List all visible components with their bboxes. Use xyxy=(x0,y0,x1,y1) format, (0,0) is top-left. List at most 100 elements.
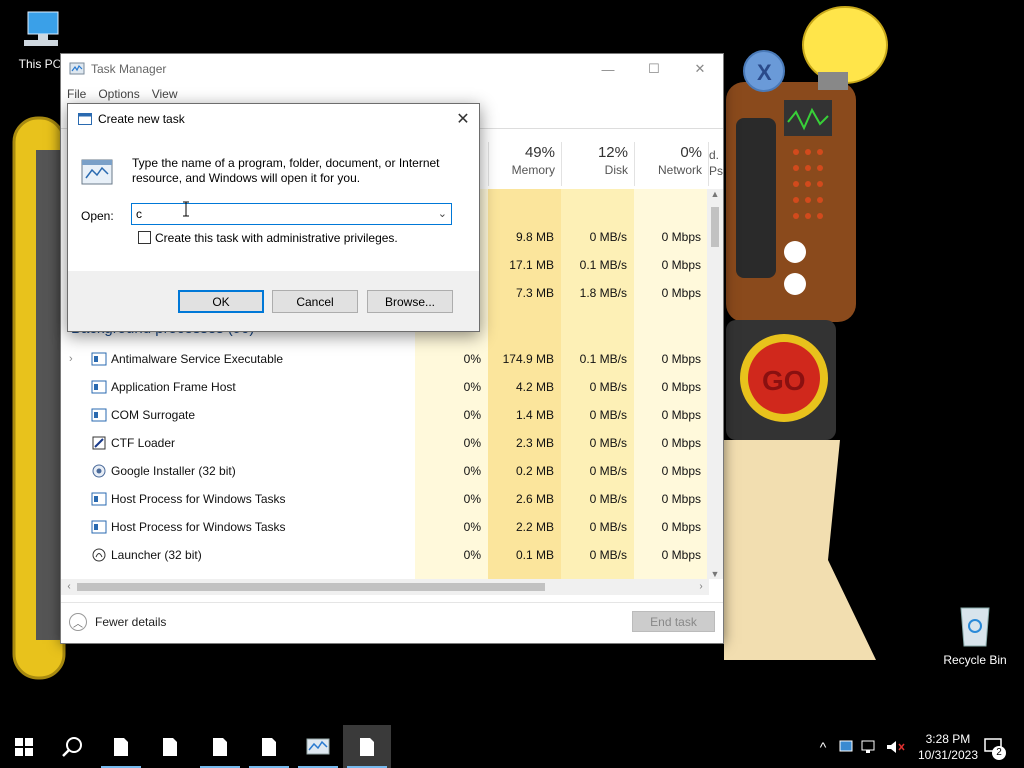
table-row[interactable]: CTF Loader 0% 2.3 MB 0 MB/s 0 Mbps xyxy=(61,429,709,457)
search-button[interactable] xyxy=(48,725,96,768)
cpu-cell: 0% xyxy=(463,352,481,366)
show-hidden-icons-button[interactable]: ^ xyxy=(812,725,834,768)
dialog-titlebar[interactable]: Create new task ✕ xyxy=(68,104,479,134)
vertical-scrollbar[interactable]: ▲ ▼ xyxy=(707,189,723,579)
recycle-bin-icon[interactable]: Recycle Bin xyxy=(935,602,1015,667)
close-button[interactable]: ✕ xyxy=(677,54,723,84)
browse-button[interactable]: Browse... xyxy=(367,290,453,313)
action-center-button[interactable]: 2 xyxy=(980,725,1008,768)
chevron-down-icon[interactable]: ⌄ xyxy=(438,207,447,220)
open-label: Open: xyxy=(81,209,114,223)
fewer-details-label: Fewer details xyxy=(95,615,167,629)
recycle-bin-graphic-icon xyxy=(960,607,990,647)
disk-cell: 0 MB/s xyxy=(589,548,627,562)
taskbar-app-2[interactable] xyxy=(146,725,194,768)
network-cell: 0 Mbps xyxy=(661,520,701,534)
process-name: Host Process for Windows Tasks xyxy=(111,520,286,534)
disk-cell: 0 MB/s xyxy=(589,464,627,478)
horizontal-scrollbar[interactable]: ‹ › xyxy=(61,579,709,595)
menu-file[interactable]: File xyxy=(61,84,92,104)
document-icon xyxy=(360,737,374,756)
network-button[interactable] xyxy=(858,725,882,768)
end-task-button[interactable]: End task xyxy=(632,611,715,632)
scroll-left-icon[interactable]: ‹ xyxy=(61,579,77,595)
task-manager-footer: ︿ Fewer details End task xyxy=(61,602,723,644)
menu-options[interactable]: Options xyxy=(92,84,145,104)
service-icon xyxy=(91,520,107,534)
memory-cell: 7.3 MB xyxy=(515,286,554,300)
taskbar-app-1[interactable] xyxy=(97,725,145,768)
scroll-right-icon[interactable]: › xyxy=(693,579,709,595)
process-name: Application Frame Host xyxy=(111,380,236,394)
disk-cell: 0 MB/s xyxy=(589,408,627,422)
memory-cell: 2.3 MB xyxy=(515,436,554,450)
disk-cell: 0.1 MB/s xyxy=(579,352,627,366)
text-cursor-icon xyxy=(183,201,189,217)
document-icon xyxy=(163,737,177,756)
search-icon xyxy=(62,736,82,757)
ok-button[interactable]: OK xyxy=(178,290,264,313)
memory-cell: 4.2 MB xyxy=(515,380,554,394)
open-input[interactable] xyxy=(136,206,426,222)
minimize-button[interactable]: — xyxy=(585,54,631,84)
process-name: Host Process for Windows Tasks xyxy=(111,492,286,506)
task-manager-menubar: File Options View xyxy=(61,84,184,104)
start-button[interactable] xyxy=(0,725,48,768)
admin-privileges-label[interactable]: Create this task with administrative pri… xyxy=(155,231,398,245)
open-combobox[interactable]: ⌄ xyxy=(131,203,452,225)
table-row[interactable]: › Antimalware Service Executable 0% 174.… xyxy=(61,345,709,373)
cpu-cell: 0% xyxy=(463,380,481,394)
maximize-button[interactable]: ☐ xyxy=(631,54,677,84)
process-name: Antimalware Service Executable xyxy=(111,352,284,366)
table-row[interactable]: Google Installer (32 bit) 0% 0.2 MB 0 MB… xyxy=(61,457,709,485)
table-row[interactable]: COM Surrogate 0% 1.4 MB 0 MB/s 0 Mbps xyxy=(61,401,709,429)
process-name: CTF Loader xyxy=(111,436,176,450)
chevron-up-icon: ^ xyxy=(819,738,827,755)
power-column-header[interactable]: d. Ps xyxy=(708,142,724,186)
admin-privileges-checkbox[interactable] xyxy=(138,231,151,244)
table-row[interactable]: Host Process for Windows Tasks 0% 2.6 MB… xyxy=(61,485,709,513)
power-column-partial-b: Ps xyxy=(709,164,724,178)
cancel-button[interactable]: Cancel xyxy=(272,290,358,313)
table-row[interactable]: Launcher (32 bit) 0% 0.1 MB 0 MB/s 0 Mbp… xyxy=(61,541,709,569)
dialog-description: Type the name of a program, folder, docu… xyxy=(132,156,440,185)
service-icon xyxy=(91,380,107,394)
scroll-up-icon[interactable]: ▲ xyxy=(707,189,723,199)
memory-column-header[interactable]: 49% Memory xyxy=(488,142,561,186)
disk-cell: 0 MB/s xyxy=(589,230,627,244)
cpu-cell: 0% xyxy=(463,492,481,506)
table-row[interactable]: Host Process for Windows Tasks 0% 2.2 MB… xyxy=(61,513,709,541)
taskbar-clock[interactable]: 3:28 PM 10/31/2023 xyxy=(918,731,978,763)
menu-view[interactable]: View xyxy=(146,84,184,104)
memory-cell: 0.2 MB xyxy=(515,464,554,478)
disk-cell: 0 MB/s xyxy=(589,520,627,534)
disk-column-name: Disk xyxy=(604,163,628,177)
task-manager-icon xyxy=(306,738,330,754)
horizontal-scroll-thumb[interactable] xyxy=(77,583,545,591)
close-icon: ✕ xyxy=(456,111,470,128)
scroll-down-icon[interactable]: ▼ xyxy=(707,569,723,579)
disk-cell: 0.1 MB/s xyxy=(579,258,627,272)
memory-cell: 1.4 MB xyxy=(515,408,554,422)
taskbar-task-manager[interactable] xyxy=(294,725,342,768)
disk-cell: 1.8 MB/s xyxy=(579,286,627,300)
network-cell: 0 Mbps xyxy=(661,436,701,450)
taskbar-app-4[interactable] xyxy=(245,725,293,768)
chevron-right-icon[interactable]: › xyxy=(69,353,73,365)
task-manager-icon xyxy=(69,62,85,75)
cpu-cell: 0% xyxy=(463,464,481,478)
service-icon xyxy=(91,408,107,422)
network-column-header[interactable]: 0% Network xyxy=(634,142,708,186)
disk-column-header[interactable]: 12% Disk xyxy=(561,142,634,186)
taskbar-app-3[interactable] xyxy=(196,725,244,768)
table-row[interactable]: Application Frame Host 0% 4.2 MB 0 MB/s … xyxy=(61,373,709,401)
disk-cell: 0 MB/s xyxy=(589,380,627,394)
vertical-scroll-thumb[interactable] xyxy=(711,207,719,247)
task-manager-titlebar[interactable]: Task Manager — ☐ ✕ xyxy=(61,54,723,84)
taskbar-app-active[interactable] xyxy=(343,725,391,768)
fewer-details-button[interactable]: ︿ Fewer details xyxy=(69,613,166,631)
svg-text:X: X xyxy=(757,60,772,85)
volume-button[interactable] xyxy=(884,725,908,768)
tray-app-button[interactable] xyxy=(836,725,856,768)
dialog-close-button[interactable]: ✕ xyxy=(447,104,479,134)
